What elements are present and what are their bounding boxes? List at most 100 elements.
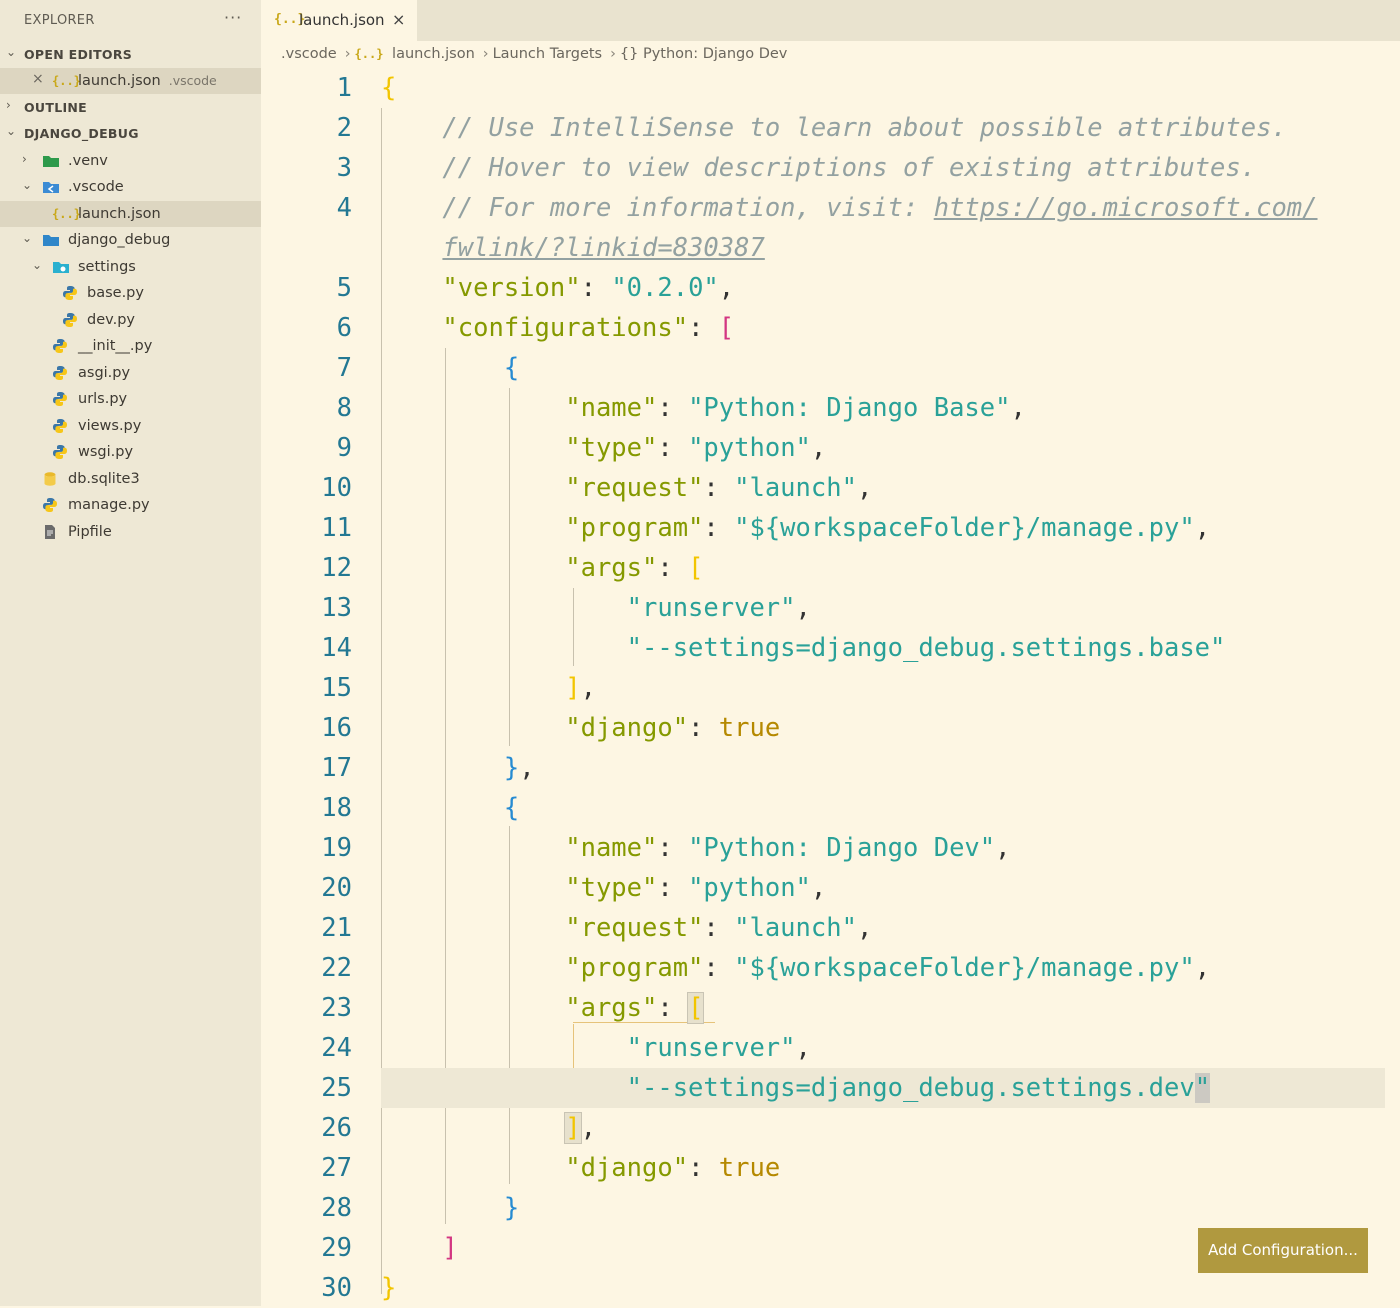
json-key: "name" [565, 393, 658, 423]
open-editor-folder: .vscode [168, 73, 217, 88]
python-file-icon [43, 498, 57, 512]
line-number: 29 [321, 1233, 352, 1263]
tree-item-label: launch.json [78, 206, 161, 222]
json-key: "name" [565, 833, 658, 863]
code-line: 10 "request": "launch", [261, 468, 1400, 508]
tree-item-vscode[interactable]: ⌄ .vscode [0, 174, 261, 200]
tree-item-urls-py[interactable]: urls.py [0, 386, 261, 412]
chevron-right-icon: › [22, 152, 27, 166]
json-string: "runserver" [626, 1033, 796, 1063]
comment: // For more information, visit: [442, 193, 934, 223]
python-file-icon [63, 313, 77, 327]
line-number: 28 [321, 1193, 352, 1223]
tree-item-label: views.py [78, 418, 142, 434]
code-line: 4 // For more information, visit: https:… [261, 188, 1400, 228]
tree-item-base-py[interactable]: base.py [0, 280, 261, 306]
close-icon[interactable]: × [392, 10, 405, 29]
json-key: "args" [565, 993, 658, 1023]
tree-item-label: db.sqlite3 [68, 471, 140, 487]
python-file-icon [53, 339, 67, 353]
tree-item-venv[interactable]: › .venv [0, 148, 261, 174]
tree-item-label: wsgi.py [78, 444, 134, 460]
json-file-icon: {..} [52, 74, 81, 88]
tree-item-views-py[interactable]: views.py [0, 413, 261, 439]
tree-item-init-py[interactable]: __init__.py [0, 333, 261, 359]
line-number: 30 [321, 1273, 352, 1303]
json-string: "launch" [734, 473, 857, 503]
tree-item-label: django_debug [68, 232, 171, 248]
code-line: 1{ [261, 68, 1400, 108]
code-line: 2 // Use IntelliSense to learn about pos… [261, 108, 1400, 148]
tree-item-label: asgi.py [78, 365, 131, 381]
tree-item-label: dev.py [87, 312, 135, 328]
tree-item-label: settings [78, 259, 136, 275]
breadcrumb-item[interactable]: {} Python: Django Dev [620, 46, 787, 62]
breadcrumb-item[interactable]: Launch Targets [493, 46, 603, 62]
tree-item-launch-json[interactable]: {..} launch.json [0, 201, 261, 227]
json-string: "python" [688, 873, 811, 903]
line-number: 5 [336, 273, 352, 303]
line-number: 4 [336, 193, 352, 223]
database-icon [44, 472, 56, 486]
explorer-title: EXPLORER [24, 13, 95, 28]
tab-bar: {..} launch.json × [261, 0, 1400, 41]
code-line: 6 "configurations": [ [261, 308, 1400, 348]
line-number: 18 [321, 793, 352, 823]
code-line-wrapped: fwlink/?linkid=830387 [261, 228, 1400, 268]
json-string: "launch" [734, 913, 857, 943]
tree-item-pipfile[interactable]: Pipfile [0, 519, 261, 545]
json-string: "0.2.0" [611, 273, 719, 303]
json-string: "${workspaceFolder}/manage.py" [734, 513, 1195, 543]
chevron-down-icon: ⌄ [32, 258, 43, 272]
code-line: 12 "args": [ [261, 548, 1400, 588]
chevron-right-icon: › [6, 98, 11, 112]
json-key: "program" [565, 513, 704, 543]
tab-launch-json[interactable]: {..} launch.json × [261, 0, 417, 41]
code-line: 14 "--settings=django_debug.settings.bas… [261, 628, 1400, 668]
breadcrumb-item[interactable]: launch.json [392, 46, 475, 62]
chevron-right-icon: › [344, 46, 351, 62]
chevron-right-icon: › [610, 46, 616, 62]
code-line: 23 "args": [ [261, 988, 1400, 1028]
close-icon[interactable]: × [32, 71, 44, 87]
outline-section[interactable]: › OUTLINE [0, 94, 261, 120]
json-boolean: true [718, 1153, 781, 1183]
json-string: "Python: Django Base" [688, 393, 1011, 423]
comment-link[interactable]: https://go.microsoft.com/ [934, 193, 1318, 223]
breadcrumb-item[interactable]: .vscode [281, 46, 337, 62]
project-section[interactable]: ⌄ DJANGO_DEBUG [0, 120, 261, 146]
line-number: 26 [321, 1113, 352, 1143]
chevron-right-icon: › [482, 46, 489, 62]
tree-item-dev-py[interactable]: dev.py [0, 307, 261, 333]
open-editor-launch-json[interactable]: × {..} launch.json .vscode [0, 68, 261, 94]
tree-item-manage-py[interactable]: manage.py [0, 492, 261, 518]
code-line: 13 "runserver", [261, 588, 1400, 628]
line-number: 17 [321, 753, 352, 783]
tab-label: launch.json [299, 11, 385, 29]
code-line: 7 { [261, 348, 1400, 388]
code-line-current: 25 "--settings=django_debug.settings.dev… [261, 1068, 1400, 1108]
code-line: 26 ], [261, 1108, 1400, 1148]
line-number: 24 [321, 1033, 352, 1063]
tree-item-asgi-py[interactable]: asgi.py [0, 360, 261, 386]
tree-item-wsgi-py[interactable]: wsgi.py [0, 439, 261, 465]
code-line: 30} [261, 1268, 1400, 1308]
open-editors-label: OPEN EDITORS [24, 47, 133, 62]
tree-item-settings[interactable]: ⌄ settings [0, 254, 261, 280]
line-number: 12 [321, 553, 352, 583]
comment-link[interactable]: fwlink/?linkid=830387 [442, 233, 764, 263]
line-number: 20 [321, 873, 352, 903]
tree-item-db-sqlite3[interactable]: db.sqlite3 [0, 466, 261, 492]
project-label: DJANGO_DEBUG [24, 126, 139, 141]
open-editors-section[interactable]: ⌄ OPEN EDITORS [0, 41, 261, 67]
line-number: 25 [321, 1073, 352, 1103]
code-line: 27 "django": true [261, 1148, 1400, 1188]
document-icon [45, 525, 55, 539]
json-string: "--settings=django_debug.settings.dev [626, 1073, 1195, 1103]
code-line: 20 "type": "python", [261, 868, 1400, 908]
add-configuration-button[interactable]: Add Configuration... [1198, 1228, 1368, 1273]
tree-item-django-debug[interactable]: ⌄ django_debug [0, 227, 261, 253]
line-number: 16 [321, 713, 352, 743]
more-actions-icon[interactable]: ··· [224, 8, 242, 27]
editor-area: {..} launch.json × .vscode › {..} launch.j… [261, 0, 1400, 1306]
